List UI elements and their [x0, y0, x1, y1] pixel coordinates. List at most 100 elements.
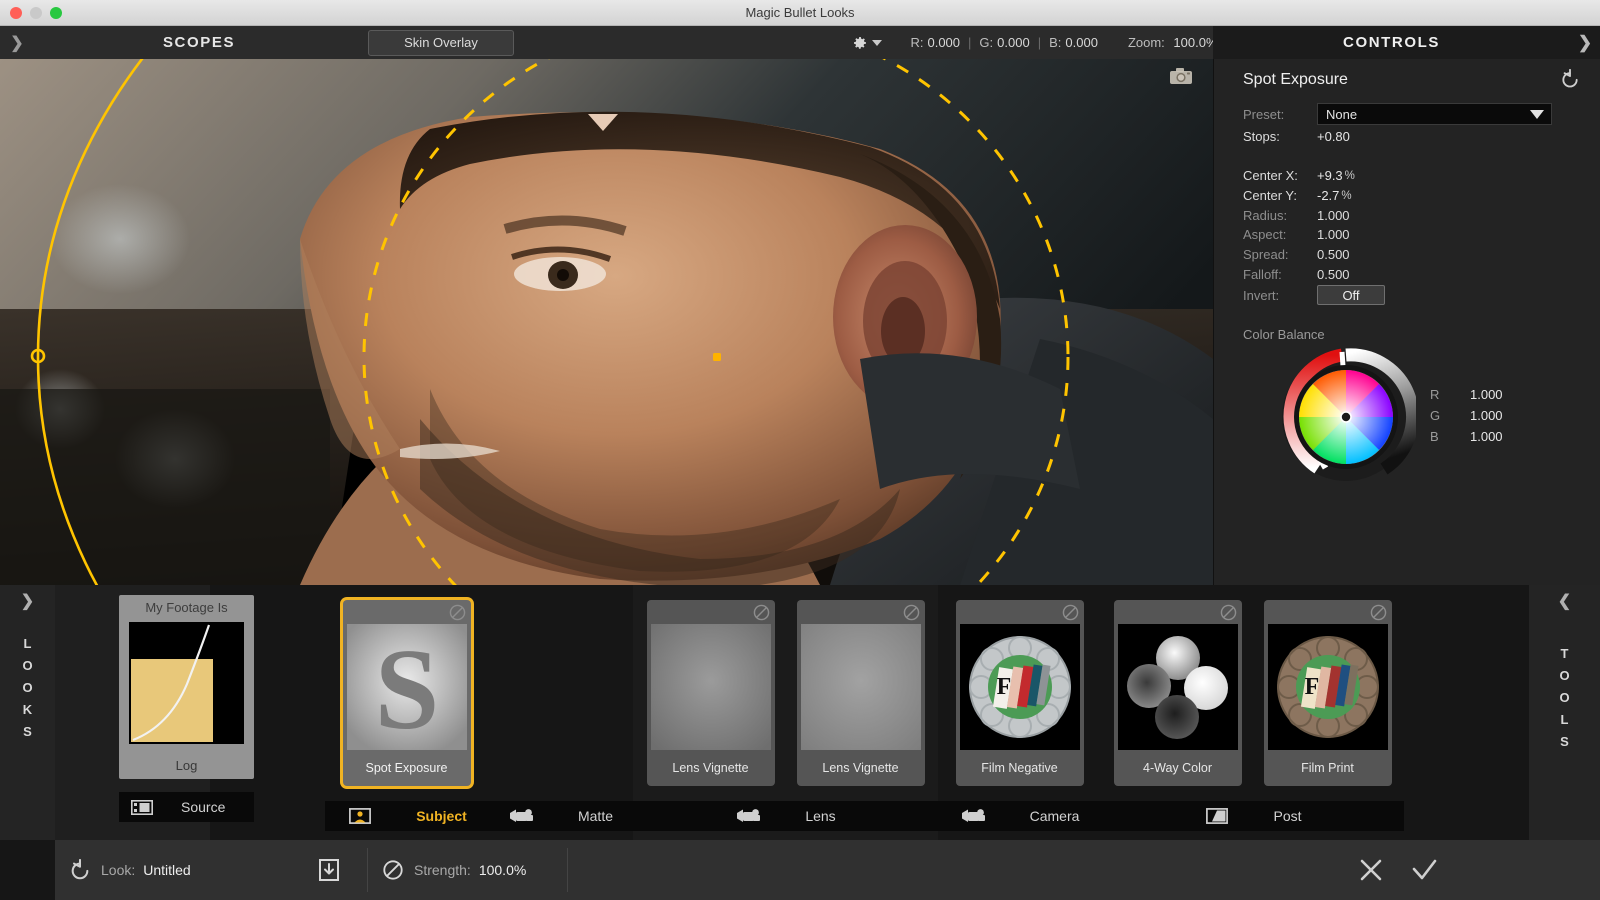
source-card-subtitle: Log: [175, 758, 198, 773]
look-reset-button[interactable]: [69, 859, 91, 881]
r-label: R:: [910, 35, 924, 50]
effect-card-film-print[interactable]: F Film Print: [1263, 600, 1392, 786]
looks-rail-label: LOOKS: [22, 636, 33, 739]
zoom-label: Zoom:: [1127, 35, 1165, 50]
source-card[interactable]: My Footage Is Log: [119, 595, 254, 779]
center-y-value: -2.7: [1317, 188, 1340, 203]
card-thumbnail: S: [346, 624, 467, 750]
preview-viewport[interactable]: [0, 59, 1213, 585]
cb-b-value[interactable]: 1.000: [1470, 429, 1503, 444]
radius-row[interactable]: Radius: 1.000: [1243, 208, 1350, 223]
preset-dropdown[interactable]: None: [1317, 103, 1552, 125]
window-title: Magic Bullet Looks: [745, 5, 855, 20]
group-bar-camera[interactable]: Camera: [938, 801, 1101, 831]
no-entry-icon[interactable]: [753, 604, 770, 621]
preset-value: None: [1326, 106, 1358, 122]
status-bar: Look: Untitled Strength: 100.0%: [0, 840, 1600, 900]
cb-g-value[interactable]: 1.000: [1470, 408, 1503, 423]
b-label: B:: [1049, 35, 1062, 50]
no-entry-icon[interactable]: [903, 604, 920, 621]
stops-value: +0.80: [1317, 129, 1350, 144]
falloff-row[interactable]: Falloff: 0.500: [1243, 267, 1350, 282]
scopes-expand-chevron-icon[interactable]: ❯: [0, 26, 34, 59]
camera-group: F Film Negative Camera: [938, 585, 1101, 840]
center-y-row[interactable]: Center Y: -2.7 %: [1243, 188, 1352, 203]
strength-value[interactable]: 100.0%: [479, 862, 526, 878]
color-balance-label: Color Balance: [1243, 327, 1325, 342]
preview-image: [0, 59, 1213, 585]
spread-value: 0.500: [1317, 247, 1350, 262]
lens-cards: Lens Vignette Lens Vignette: [633, 585, 938, 801]
source-panel[interactable]: My Footage Is Log Source: [119, 585, 254, 831]
color-balance-values: R 1.000 G 1.000 B 1.000: [1430, 387, 1503, 450]
tools-rail[interactable]: ❮ TOOLS: [1529, 585, 1600, 840]
no-entry-icon[interactable]: [1062, 604, 1079, 621]
color-balance-wheel[interactable]: [1276, 347, 1419, 487]
skin-overlay-button[interactable]: Skin Overlay: [368, 29, 514, 56]
person-icon: [346, 808, 374, 824]
stops-label: Stops:: [1243, 129, 1280, 144]
snapshot-camera-icon[interactable]: [1169, 67, 1193, 85]
effect-card-lens-vignette-1[interactable]: Lens Vignette: [646, 600, 775, 786]
no-entry-icon[interactable]: [1370, 604, 1387, 621]
card-thumbnail: F: [959, 624, 1080, 750]
strength-toggle-button[interactable]: [382, 859, 404, 881]
chevron-down-icon: [872, 39, 883, 46]
center-y-unit: %: [1341, 189, 1352, 202]
cb-b-row: B 1.000: [1430, 429, 1503, 444]
controls-collapse-chevron-icon[interactable]: ❯: [1570, 33, 1600, 53]
effect-card-lens-vignette-2[interactable]: Lens Vignette: [796, 600, 925, 786]
card-label: Lens Vignette: [822, 761, 899, 775]
camera-film-icon: [735, 808, 763, 824]
center-x-unit: %: [1344, 169, 1355, 182]
cb-g-label: G: [1430, 408, 1441, 423]
look-value[interactable]: Untitled: [143, 862, 190, 878]
card-thumbnail: [650, 624, 771, 750]
spread-row[interactable]: Spread: 0.500: [1243, 247, 1350, 262]
reset-effect-button[interactable]: [1560, 69, 1580, 89]
subject-group: S Spot Exposure Subject: [325, 585, 488, 840]
no-entry-icon[interactable]: [449, 604, 466, 621]
group-bar-matte[interactable]: Matte: [488, 801, 633, 831]
cb-r-value[interactable]: 1.000: [1470, 387, 1503, 402]
looks-expand-chevron-icon[interactable]: ❯: [0, 591, 55, 611]
controls-title: CONTROLS: [1343, 34, 1440, 51]
effect-card-4-way-color[interactable]: 4-Way Color: [1113, 600, 1242, 786]
effect-card-film-negative[interactable]: F Film Negative: [955, 600, 1084, 786]
action-segment: [568, 840, 1600, 900]
card-header: [956, 600, 1084, 624]
effect-card-spot-exposure[interactable]: S Spot Exposure: [342, 600, 471, 786]
settings-menu-button[interactable]: [852, 35, 883, 51]
stops-row[interactable]: Stops: +0.80: [1243, 129, 1350, 144]
falloff-label: Falloff:: [1243, 267, 1282, 282]
card-label: Film Negative: [981, 761, 1058, 775]
no-entry-icon[interactable]: [1220, 604, 1237, 621]
save-look-button[interactable]: [318, 858, 340, 882]
center-y-label: Center Y:: [1243, 188, 1297, 203]
group-bar-lens[interactable]: Lens: [633, 801, 938, 831]
aspect-row[interactable]: Aspect: 1.000: [1243, 227, 1350, 242]
invert-toggle-button[interactable]: Off: [1317, 285, 1385, 305]
group-bar-post[interactable]: Post: [1101, 801, 1404, 831]
scopes-label[interactable]: SCOPES: [34, 34, 364, 51]
cancel-button[interactable]: [1358, 857, 1384, 883]
aspect-value: 1.000: [1317, 227, 1350, 242]
color-wheel-puck: [1340, 411, 1352, 423]
aspect-label: Aspect:: [1243, 227, 1287, 242]
post-cards: 4-Way Color F Film Print: [1101, 585, 1404, 801]
post-group: 4-Way Color F Film Print Post: [1101, 585, 1404, 840]
gradient-icon: [1203, 808, 1231, 824]
color-wheel-svg: [1282, 348, 1419, 481]
invert-label: Invert:: [1243, 287, 1280, 303]
card-label: Film Print: [1301, 761, 1354, 775]
center-x-row[interactable]: Center X: +9.3 %: [1243, 168, 1355, 183]
source-group-bar[interactable]: Source: [119, 792, 254, 822]
group-bar-subject[interactable]: Subject: [325, 801, 488, 831]
group-label-subject: Subject: [416, 808, 467, 824]
confirm-button[interactable]: [1410, 857, 1438, 883]
tools-expand-chevron-icon[interactable]: ❮: [1529, 591, 1600, 611]
camera-film-icon: [960, 808, 988, 824]
looks-rail[interactable]: ❯ LOOKS: [0, 585, 55, 840]
controls-panel: Spot Exposure Preset: None Stops: +0.80 …: [1213, 59, 1600, 585]
invert-row: Invert: Off: [1243, 285, 1385, 305]
